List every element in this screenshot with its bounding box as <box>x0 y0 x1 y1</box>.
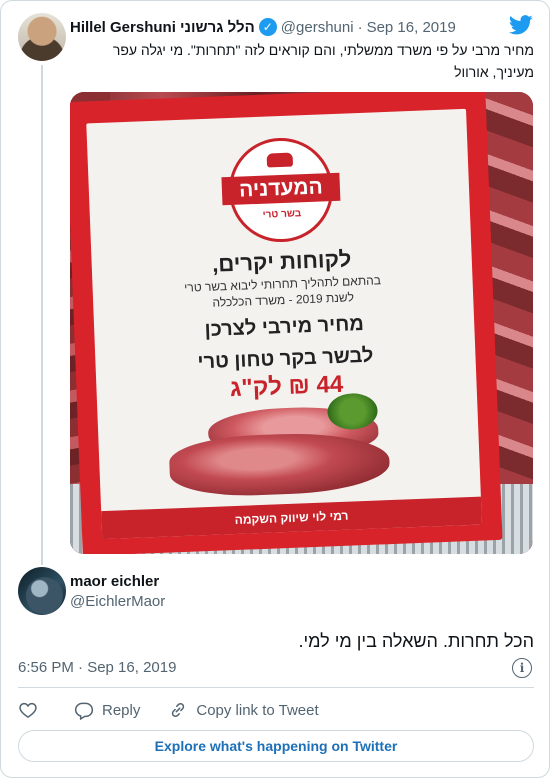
reply-text: הכל תחרות. השאלה בין מי למי. <box>298 631 534 651</box>
thread-connector-line <box>41 65 43 565</box>
reply-author-avatar[interactable] <box>18 567 66 615</box>
price-sign-frame: המעדניה בשר טרי לקוחות יקרים, בהתאם לתהל… <box>70 92 503 554</box>
twitter-bird-icon[interactable] <box>509 15 533 35</box>
action-bar: Reply Copy link to Tweet <box>18 699 347 721</box>
divider <box>18 687 534 688</box>
tweet-embed-card: Hillel Gershuni הלל גרשוני ✓ @gershuni ·… <box>0 0 550 778</box>
verified-badge-icon: ✓ <box>258 18 277 36</box>
reply-author-handle[interactable]: @EichlerMaor <box>70 593 165 610</box>
reply-bubble-icon <box>74 702 94 720</box>
cow-icon <box>266 152 294 168</box>
explore-twitter-button[interactable]: Explore what's happening on Twitter <box>18 730 534 762</box>
author-handle[interactable]: @gershuni <box>281 19 354 36</box>
tweet-timestamp[interactable]: 6:56 PM · Sep 16, 2019 <box>18 659 176 676</box>
like-button[interactable] <box>18 700 46 720</box>
store-logo-sub: בשר טרי <box>262 208 302 221</box>
reply-author-name[interactable]: maor eichler <box>70 573 159 590</box>
link-icon <box>172 702 185 718</box>
sign-line-4: מחיר מירבי לצרכן <box>204 312 365 342</box>
reply-button[interactable]: Reply <box>74 700 140 720</box>
author-name[interactable]: Hillel Gershuni הלל גרשוני <box>70 19 255 36</box>
heart-icon <box>19 702 37 718</box>
steak-illustration-2 <box>168 430 391 499</box>
tweet-header: Hillel Gershuni הלל גרשוני ✓ @gershuni ·… <box>70 17 456 37</box>
reply-label: Reply <box>102 701 141 719</box>
tweet-date[interactable]: Sep 16, 2019 <box>367 19 456 36</box>
store-logo-name: המעדניה <box>221 172 341 206</box>
sign-footer: רמי לוי שיווק השקמה <box>101 496 482 540</box>
header-separator: · <box>357 18 363 36</box>
price-sign: המעדניה בשר טרי לקוחות יקרים, בהתאם לתהל… <box>86 108 482 540</box>
tweet-text: מחיר מרבי על פי משרד ממשלתי, והם קוראים … <box>112 42 534 80</box>
copy-link-button[interactable]: Copy link to Tweet <box>168 700 319 720</box>
tweet-photo[interactable]: המעדניה בשר טרי לקוחות יקרים, בהתאם לתהל… <box>70 92 533 554</box>
store-logo: המעדניה בשר טרי <box>221 136 341 244</box>
author-avatar[interactable] <box>18 13 66 61</box>
copy-link-label: Copy link to Tweet <box>196 701 319 719</box>
info-icon[interactable]: i <box>512 658 532 678</box>
sign-text-block: לקוחות יקרים, בהתאם לתהליך תחרותי ליבוא … <box>121 242 447 408</box>
